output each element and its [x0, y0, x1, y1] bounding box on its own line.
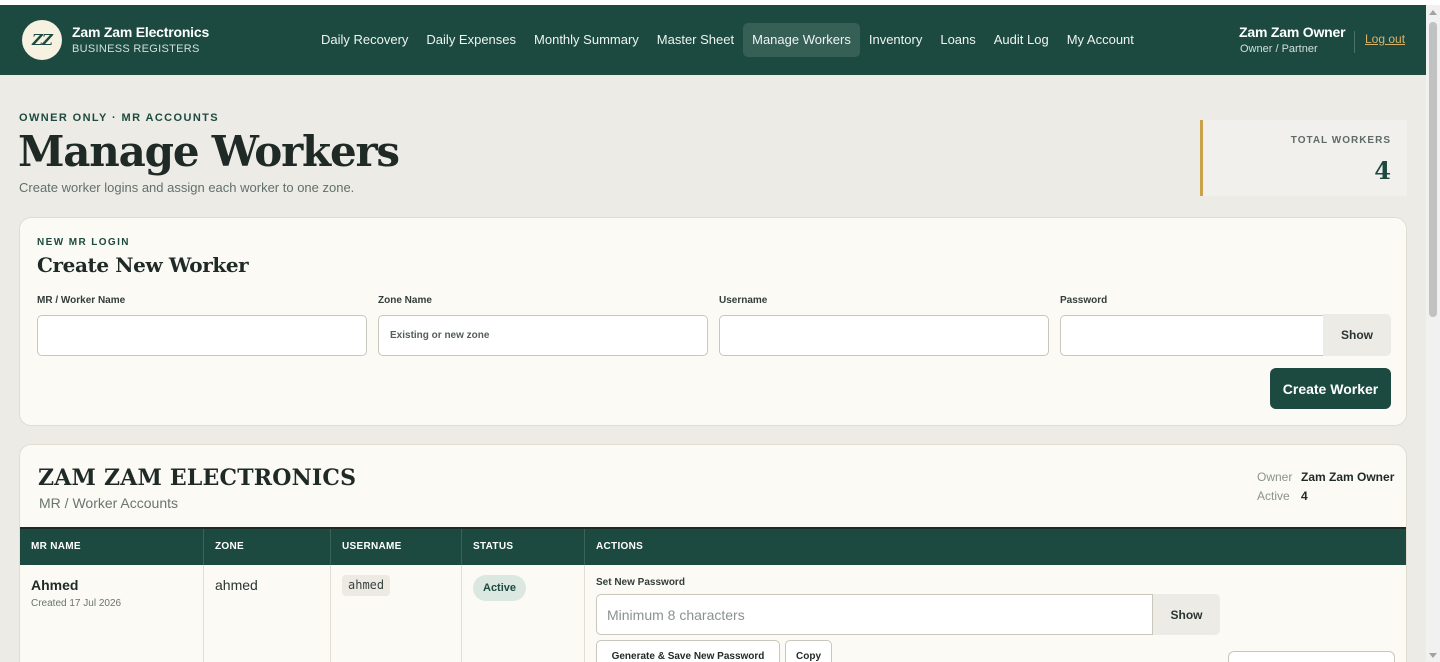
total-workers-card: TOTAL WORKERS 4 [1200, 120, 1407, 196]
column-zone: ZONE [204, 529, 331, 565]
zone-name-label: Zone Name [378, 295, 432, 306]
main-nav: Daily Recovery Daily Expenses Monthly Su… [312, 23, 1143, 57]
cell-username: ahmed [331, 565, 462, 662]
create-card-eyebrow: NEW MR LOGIN [37, 237, 130, 248]
cell-zone: ahmed [204, 565, 331, 662]
scroll-up-arrow-icon[interactable] [1429, 10, 1437, 15]
set-password-label: Set New Password [596, 577, 685, 588]
scroll-down-arrow-icon[interactable] [1429, 653, 1437, 658]
username-input[interactable] [719, 315, 1049, 356]
worker-name: Ahmed [31, 577, 79, 593]
brand-logo[interactable]: ZZ [22, 20, 62, 60]
app-header: ZZ Zam Zam Electronics BUSINESS REGISTER… [0, 5, 1426, 75]
password-input[interactable] [1060, 315, 1324, 356]
company-title: ZAM ZAM ELECTRONICS [38, 465, 357, 491]
new-password-show-button[interactable]: Show [1153, 594, 1220, 635]
header-divider [1354, 31, 1355, 53]
active-label: Active [1257, 489, 1290, 503]
nav-daily-recovery[interactable]: Daily Recovery [312, 23, 417, 57]
company-subtitle: MR / Worker Accounts [39, 495, 179, 511]
nav-my-account[interactable]: My Account [1058, 23, 1143, 57]
nav-inventory[interactable]: Inventory [860, 23, 931, 57]
owner-value: Zam Zam Owner [1301, 470, 1395, 484]
status-badge: Active [473, 575, 527, 601]
worker-name-input[interactable] [37, 315, 367, 356]
worker-accounts-card: ZAM ZAM ELECTRONICS MR / Worker Accounts… [19, 444, 1407, 662]
worker-name-label: MR / Worker Name [37, 295, 126, 306]
worker-created-date: Created 17 Jul 2026 [31, 598, 122, 609]
brand-name: Zam Zam Electronics [72, 24, 210, 40]
total-workers-value: 4 [1374, 156, 1391, 185]
page-title: Manage Workers [18, 127, 400, 176]
column-mr-name: MR NAME [20, 529, 204, 565]
nav-audit-log[interactable]: Audit Log [985, 23, 1058, 57]
username-label: Username [719, 295, 768, 306]
nav-master-sheet[interactable]: Master Sheet [648, 23, 743, 57]
page-subtitle: Create worker logins and assign each wor… [19, 180, 355, 195]
cell-status: Active [462, 565, 585, 662]
total-workers-label: TOTAL WORKERS [1290, 135, 1391, 146]
copy-password-button[interactable]: Copy [785, 640, 832, 662]
page-eyebrow: OWNER ONLY · MR ACCOUNTS [19, 112, 220, 124]
worker-username: ahmed [342, 575, 391, 596]
current-user-role: Owner / Partner [1240, 43, 1318, 55]
create-card-title: Create New Worker [37, 253, 249, 277]
new-password-input[interactable]: Minimum 8 characters [596, 594, 1153, 635]
nav-daily-expenses[interactable]: Daily Expenses [417, 23, 525, 57]
row-action-button[interactable] [1228, 651, 1395, 662]
nav-loans[interactable]: Loans [931, 23, 984, 57]
page-scrollbar[interactable] [1426, 5, 1440, 662]
worker-zone: ahmed [215, 577, 258, 593]
password-label: Password [1060, 295, 1108, 306]
brand-subtitle: BUSINESS REGISTERS [72, 43, 200, 55]
create-worker-button[interactable]: Create Worker [1270, 368, 1391, 409]
nav-manage-workers[interactable]: Manage Workers [743, 23, 860, 57]
cell-mr-name: Ahmed Created 17 Jul 2026 [20, 565, 204, 662]
column-username: USERNAME [331, 529, 462, 565]
create-worker-card: NEW MR LOGIN Create New Worker MR / Work… [19, 217, 1407, 426]
active-value: 4 [1301, 489, 1308, 503]
column-status: STATUS [462, 529, 585, 565]
zone-name-input[interactable]: Existing or new zone [378, 315, 708, 356]
generate-save-password-button[interactable]: Generate & Save New Password [596, 640, 780, 662]
logout-link[interactable]: Log out [1365, 32, 1405, 46]
password-show-button[interactable]: Show [1323, 314, 1391, 356]
owner-label: Owner [1257, 470, 1293, 484]
cell-actions: Set New Password Minimum 8 characters Sh… [585, 565, 1406, 662]
scroll-thumb[interactable] [1429, 22, 1437, 317]
table-header: MR NAME ZONE USERNAME STATUS ACTIONS [20, 529, 1406, 565]
current-user-name: Zam Zam Owner [1239, 24, 1346, 40]
column-actions: ACTIONS [596, 541, 644, 552]
table-row: Ahmed Created 17 Jul 2026 ahmed ahmed Ac… [20, 565, 1406, 662]
nav-monthly-summary[interactable]: Monthly Summary [525, 23, 648, 57]
